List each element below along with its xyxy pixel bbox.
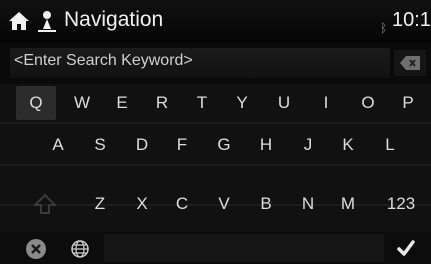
key-j[interactable]: J xyxy=(288,128,328,162)
space-key[interactable] xyxy=(104,234,384,262)
search-placeholder: <Enter Search Keyword> xyxy=(14,52,193,69)
key-u[interactable]: U xyxy=(264,86,304,120)
key-s[interactable]: S xyxy=(80,128,120,162)
clear-icon[interactable] xyxy=(26,239,46,259)
backspace-button[interactable] xyxy=(394,50,426,76)
shift-icon[interactable] xyxy=(34,194,56,214)
key-g[interactable]: G xyxy=(204,128,244,162)
language-globe-icon[interactable] xyxy=(70,239,90,259)
key-n[interactable]: N xyxy=(288,187,328,221)
navigation-pin-icon xyxy=(38,11,56,32)
key-c[interactable]: C xyxy=(162,187,202,221)
key-e[interactable]: E xyxy=(102,86,142,120)
key-l[interactable]: L xyxy=(370,128,410,162)
key-k[interactable]: K xyxy=(328,128,368,162)
key-v[interactable]: V xyxy=(204,187,244,221)
clear-x-icon xyxy=(31,244,41,254)
key-m[interactable]: M xyxy=(328,187,368,221)
confirm-check-icon[interactable] xyxy=(395,238,417,258)
row-divider xyxy=(0,164,431,166)
numbers-key[interactable]: 123 xyxy=(374,187,428,221)
clock: 10:16 xyxy=(392,9,431,31)
key-o[interactable]: O xyxy=(348,86,388,120)
key-p[interactable]: P xyxy=(388,86,428,120)
key-r[interactable]: R xyxy=(142,86,182,120)
key-d[interactable]: D xyxy=(122,128,162,162)
key-y[interactable]: Y xyxy=(222,86,262,120)
key-a[interactable]: A xyxy=(38,128,78,162)
key-b[interactable]: B xyxy=(246,187,286,221)
key-q[interactable]: Q xyxy=(16,86,56,120)
row-divider xyxy=(0,122,431,124)
key-f[interactable]: F xyxy=(162,128,202,162)
key-i[interactable]: I xyxy=(306,86,346,120)
home-icon[interactable] xyxy=(8,10,30,32)
key-x[interactable]: X xyxy=(122,187,162,221)
key-t[interactable]: T xyxy=(182,86,222,120)
page-title: Navigation xyxy=(64,8,164,31)
key-h[interactable]: H xyxy=(246,128,286,162)
key-w[interactable]: W xyxy=(62,86,102,120)
backspace-icon xyxy=(400,56,420,70)
key-z[interactable]: Z xyxy=(80,187,120,221)
bluetooth-icon: ᛒ xyxy=(380,21,388,35)
